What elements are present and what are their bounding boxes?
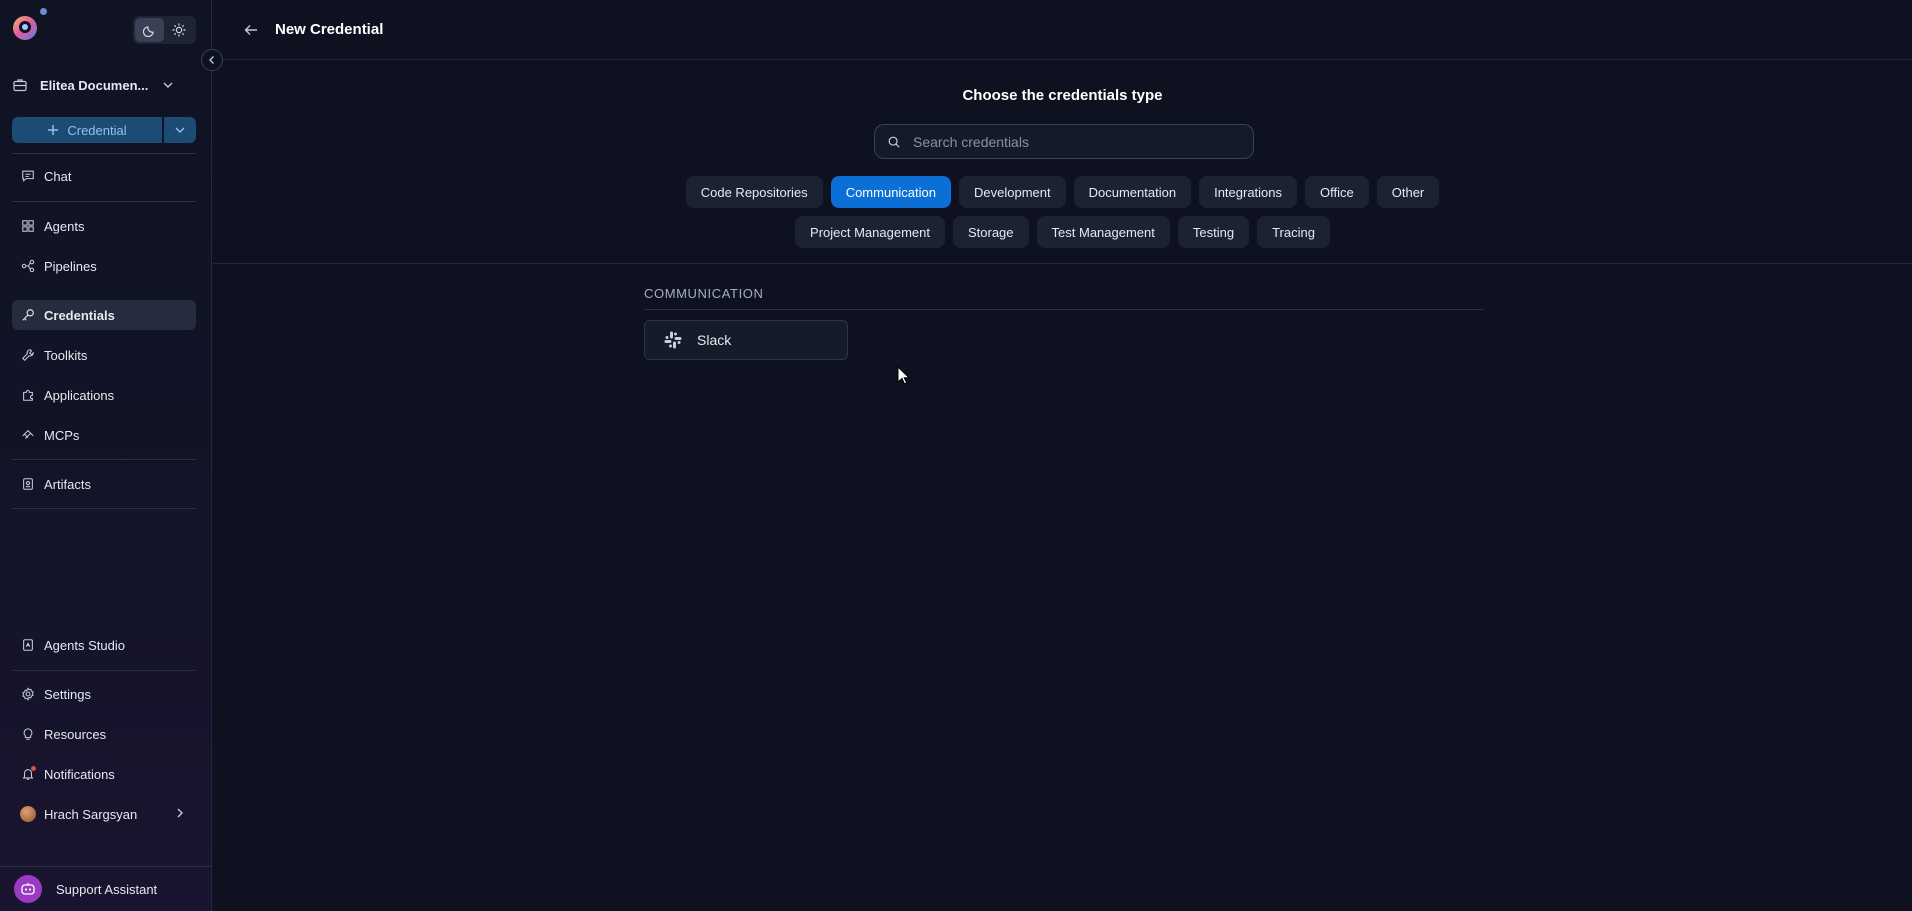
sidebar-divider: [12, 670, 196, 671]
theme-toggle: [133, 16, 196, 44]
sidebar-item-label: Toolkits: [44, 347, 88, 363]
sidebar-item-agents[interactable]: Agents: [12, 211, 196, 241]
sidebar-divider: [12, 201, 196, 202]
support-label: Support Assistant: [56, 881, 158, 897]
sidebar-item-label: Agents: [44, 218, 85, 234]
moon-icon: [142, 26, 154, 37]
plus-icon: [48, 125, 59, 135]
wrench-icon: [22, 349, 34, 361]
search-icon: [888, 136, 900, 148]
puzzle-icon: [23, 389, 33, 401]
avatar: [20, 806, 36, 822]
category-row-2: Project Management Storage Test Manageme…: [213, 216, 1912, 248]
category-development[interactable]: Development: [959, 176, 1066, 208]
chevron-right-icon: [177, 808, 183, 818]
category-tracing[interactable]: Tracing: [1257, 216, 1330, 248]
gear-icon: [22, 687, 34, 701]
page-title: New Credential: [275, 21, 384, 38]
category-integrations[interactable]: Integrations: [1199, 176, 1298, 208]
picker-title: Choose the credentials type: [962, 87, 1163, 104]
sidebar: Elitea Documen... Credential Chat Agents…: [0, 0, 223, 911]
project-selector[interactable]: Elitea Documen...: [12, 68, 198, 102]
category-other[interactable]: Other: [1376, 176, 1440, 208]
light-mode-button[interactable]: [164, 18, 193, 42]
sidebar-item-pipelines[interactable]: Pipelines: [12, 251, 196, 281]
category-project-management[interactable]: Project Management: [795, 216, 945, 248]
mouse-cursor-icon: [897, 366, 911, 385]
page-header: New Credential: [213, 0, 1912, 60]
category-test-management[interactable]: Test Management: [1036, 216, 1170, 248]
sidebar-item-label: Agents Studio: [44, 637, 125, 653]
sidebar-item-label: Credentials: [44, 307, 115, 323]
sidebar-item-label: Resources: [44, 726, 107, 742]
sidebar-item-label: Applications: [44, 387, 115, 403]
grid-icon: [22, 220, 34, 232]
chevron-down-icon: [175, 127, 185, 133]
sidebar-item-label: Pipelines: [44, 258, 97, 274]
sidebar-item-label: Notifications: [44, 766, 115, 782]
category-storage[interactable]: Storage: [952, 216, 1029, 248]
user-name: Hrach Sargsyan: [44, 806, 138, 822]
create-button-label: Credential: [67, 122, 127, 138]
project-name: Elitea Documen...: [40, 77, 148, 93]
sidebar-item-settings[interactable]: Settings: [12, 679, 196, 709]
slack-icon: [664, 331, 682, 349]
pipeline-icon: [21, 259, 35, 273]
collapse-sidebar-button[interactable]: [201, 49, 223, 71]
category-office[interactable]: Office: [1305, 176, 1369, 208]
chevron-down-icon: [163, 82, 173, 88]
sidebar-item-mcps[interactable]: MCPs: [12, 420, 196, 450]
results-section: COMMUNICATION Slack: [644, 286, 1484, 360]
sidebar-item-resources[interactable]: Resources: [12, 719, 196, 749]
studio-icon: [23, 639, 33, 651]
sidebar-divider: [12, 459, 196, 460]
search-input[interactable]: [913, 133, 1233, 150]
sidebar-item-toolkits[interactable]: Toolkits: [12, 340, 196, 370]
sidebar-item-label: MCPs: [44, 427, 80, 443]
sidebar-divider: [12, 508, 196, 509]
credential-card-slack[interactable]: Slack: [644, 320, 848, 360]
sidebar-divider: [12, 153, 196, 154]
create-dropdown-button[interactable]: [164, 117, 196, 143]
sidebar-item-label: Settings: [44, 686, 91, 702]
sidebar-item-applications[interactable]: Applications: [12, 380, 196, 410]
sidebar-item-credentials[interactable]: Credentials: [12, 300, 196, 330]
arrow-left-icon: [244, 24, 257, 35]
sidebar-item-label: Chat: [44, 168, 72, 184]
lightbulb-icon: [23, 728, 33, 740]
support-assistant-button[interactable]: Support Assistant: [0, 866, 212, 911]
sidebar-item-chat[interactable]: Chat: [12, 161, 196, 191]
category-testing[interactable]: Testing: [1177, 216, 1250, 248]
chevron-left-icon: [209, 56, 214, 64]
sidebar-item-agents-studio[interactable]: Agents Studio: [12, 630, 196, 660]
key-icon: [22, 309, 34, 321]
category-communication[interactable]: Communication: [830, 176, 952, 208]
notification-badge: [31, 766, 36, 771]
elitea-logo-icon[interactable]: [10, 12, 42, 44]
status-dot: [40, 8, 47, 15]
dark-mode-button[interactable]: [135, 18, 164, 42]
search-box: [874, 124, 1254, 159]
chat-icon: [22, 170, 34, 182]
sidebar-item-user-profile[interactable]: Hrach Sargsyan: [12, 799, 196, 829]
category-code-repositories[interactable]: Code Repositories: [685, 176, 823, 208]
robot-icon: [14, 875, 42, 903]
sidebar-item-artifacts[interactable]: Artifacts: [12, 469, 196, 499]
sidebar-item-notifications[interactable]: Notifications: [12, 759, 196, 789]
credential-card-label: Slack: [697, 332, 732, 348]
create-button-group: Credential: [12, 117, 196, 143]
artifact-icon: [23, 478, 33, 490]
sidebar-item-label: Artifacts: [44, 476, 91, 492]
credential-type-picker: Choose the credentials type Code Reposit…: [213, 60, 1912, 264]
main-content: New Credential Choose the credentials ty…: [213, 0, 1912, 911]
section-title: COMMUNICATION: [644, 286, 1484, 310]
briefcase-icon: [13, 79, 27, 92]
app-root: Elitea Documen... Credential Chat Agents…: [0, 0, 1912, 911]
mcp-icon: [22, 429, 34, 439]
category-documentation[interactable]: Documentation: [1073, 176, 1192, 208]
create-credential-button[interactable]: Credential: [12, 117, 162, 143]
back-button[interactable]: [241, 20, 261, 40]
sun-icon: [171, 23, 186, 37]
category-row-1: Code Repositories Communication Developm…: [213, 176, 1912, 208]
